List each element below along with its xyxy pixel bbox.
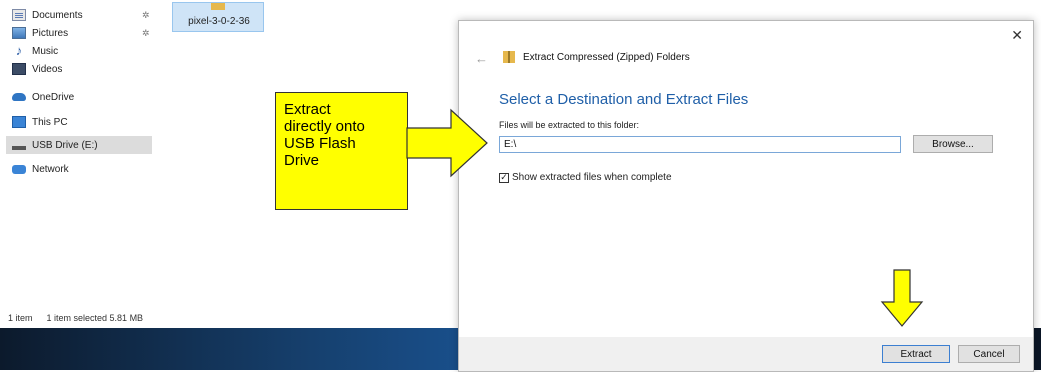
callout-line: Extract bbox=[284, 101, 331, 118]
destination-label: Files will be extracted to this folder: bbox=[499, 120, 640, 130]
nav-item-this-pc[interactable]: This PC bbox=[12, 113, 68, 131]
this-pc-icon bbox=[12, 116, 26, 128]
pictures-icon bbox=[12, 27, 26, 39]
browse-button[interactable]: Browse... bbox=[913, 135, 993, 153]
dialog-heading: Select a Destination and Extract Files bbox=[499, 91, 749, 108]
pin-icon[interactable]: ✲ bbox=[142, 10, 150, 21]
zip-folder-icon bbox=[503, 51, 515, 63]
nav-item-label: Music bbox=[32, 45, 59, 57]
dialog-title-row: Extract Compressed (Zipped) Folders bbox=[503, 51, 690, 63]
arrow-down-icon bbox=[880, 269, 924, 327]
callout-line: directly onto bbox=[284, 118, 365, 135]
documents-icon bbox=[12, 9, 26, 21]
file-name: pixel-3-0-2-36 bbox=[188, 16, 250, 27]
show-files-checkbox[interactable]: ✓ bbox=[499, 172, 509, 183]
selection-info: 1 item selected 5.81 MB bbox=[46, 313, 144, 323]
music-icon: ♪ bbox=[15, 43, 23, 58]
pin-icon[interactable]: ✲ bbox=[142, 28, 150, 39]
callout-line: Drive bbox=[284, 152, 320, 169]
nav-item-pictures[interactable]: Pictures ✲ bbox=[12, 24, 150, 42]
navigation-pane: Documents ✲ Pictures ✲ ♪ Music Videos On… bbox=[0, 0, 160, 320]
nav-item-label: This PC bbox=[32, 116, 68, 128]
nav-item-label: Network bbox=[32, 163, 69, 175]
nav-item-onedrive[interactable]: OneDrive bbox=[12, 88, 74, 106]
nav-item-documents[interactable]: Documents ✲ bbox=[12, 6, 150, 24]
close-icon[interactable]: ✕ bbox=[1011, 27, 1023, 44]
extract-dialog: ✕ ← Extract Compressed (Zipped) Folders … bbox=[458, 20, 1034, 372]
nav-item-label: OneDrive bbox=[32, 91, 75, 103]
show-files-option[interactable]: ✓ Show extracted files when complete bbox=[499, 172, 672, 183]
nav-item-videos[interactable]: Videos bbox=[12, 60, 62, 78]
nav-item-label: Pictures bbox=[32, 27, 69, 39]
item-count: 1 item bbox=[8, 313, 33, 323]
videos-icon bbox=[12, 63, 26, 75]
arrow-right-icon bbox=[406, 108, 488, 178]
cancel-button[interactable]: Cancel bbox=[958, 345, 1020, 363]
nav-item-label: USB Drive (E:) bbox=[32, 139, 98, 151]
nav-item-usb-drive[interactable]: USB Drive (E:) bbox=[6, 136, 152, 154]
nav-item-label: Documents bbox=[32, 9, 83, 21]
nav-item-music[interactable]: ♪ Music bbox=[12, 42, 58, 60]
onedrive-icon bbox=[12, 93, 26, 101]
callout-line: USB Flash bbox=[284, 135, 356, 152]
nav-item-label: Videos bbox=[32, 63, 63, 75]
callout-box: Extract directly onto USB Flash Drive bbox=[275, 92, 408, 210]
show-files-label: Show extracted files when complete bbox=[512, 172, 672, 183]
network-icon bbox=[12, 164, 26, 174]
nav-item-network[interactable]: Network bbox=[12, 160, 69, 178]
destination-input[interactable] bbox=[499, 136, 901, 153]
extract-button[interactable]: Extract bbox=[882, 345, 950, 363]
back-arrow-icon[interactable]: ← bbox=[475, 51, 488, 66]
usb-drive-icon bbox=[12, 146, 26, 150]
dialog-title: Extract Compressed (Zipped) Folders bbox=[523, 51, 690, 63]
zip-file-item[interactable]: pixel-3-0-2-36 bbox=[172, 2, 264, 32]
zip-folder-icon bbox=[211, 3, 225, 10]
status-bar: 1 item 1 item selected 5.81 MB bbox=[0, 308, 460, 328]
